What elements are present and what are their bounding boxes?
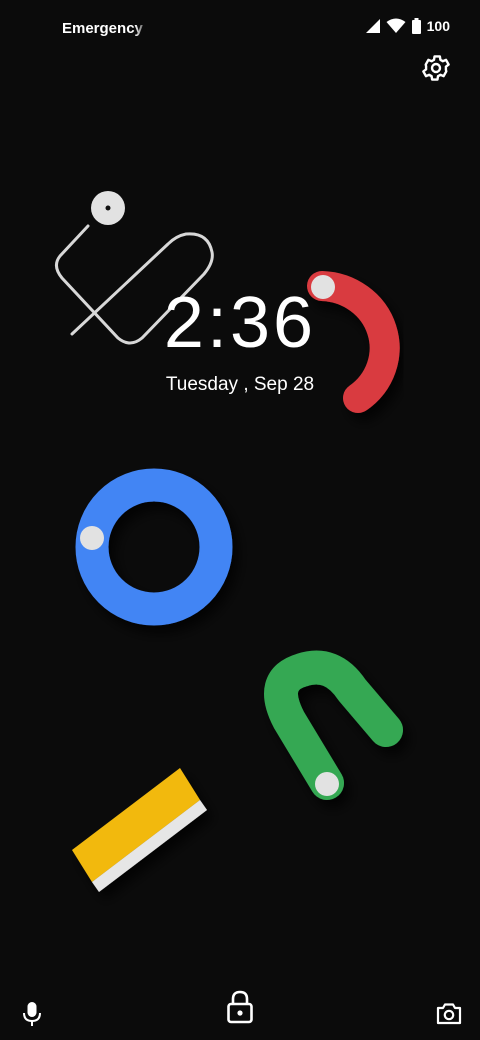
wallpaper	[55, 191, 403, 892]
wallpaper-green-dot	[315, 772, 339, 796]
battery-level: 100	[426, 18, 450, 34]
status-bar: Emergency calls only 100	[0, 0, 480, 56]
lockscreen-clock: 2:36	[163, 283, 317, 363]
camera-icon[interactable]	[436, 1002, 462, 1026]
status-icons: 100	[364, 18, 450, 34]
wallpaper-green-arch	[264, 650, 403, 800]
carrier-text: Emergency calls only	[62, 20, 148, 37]
signal-icon	[365, 19, 380, 33]
battery-icon	[411, 18, 421, 34]
wallpaper-blue-ring	[75, 468, 233, 626]
wallpaper-blue-dot	[80, 526, 104, 550]
mic-icon[interactable]	[20, 1000, 44, 1028]
gear-icon[interactable]	[420, 52, 452, 84]
lockscreen-date: Tuesday , Sep 28	[165, 374, 315, 395]
wallpaper-yellow-bar	[72, 768, 207, 892]
lock-icon[interactable]	[226, 990, 254, 1024]
wifi-icon	[386, 18, 406, 33]
